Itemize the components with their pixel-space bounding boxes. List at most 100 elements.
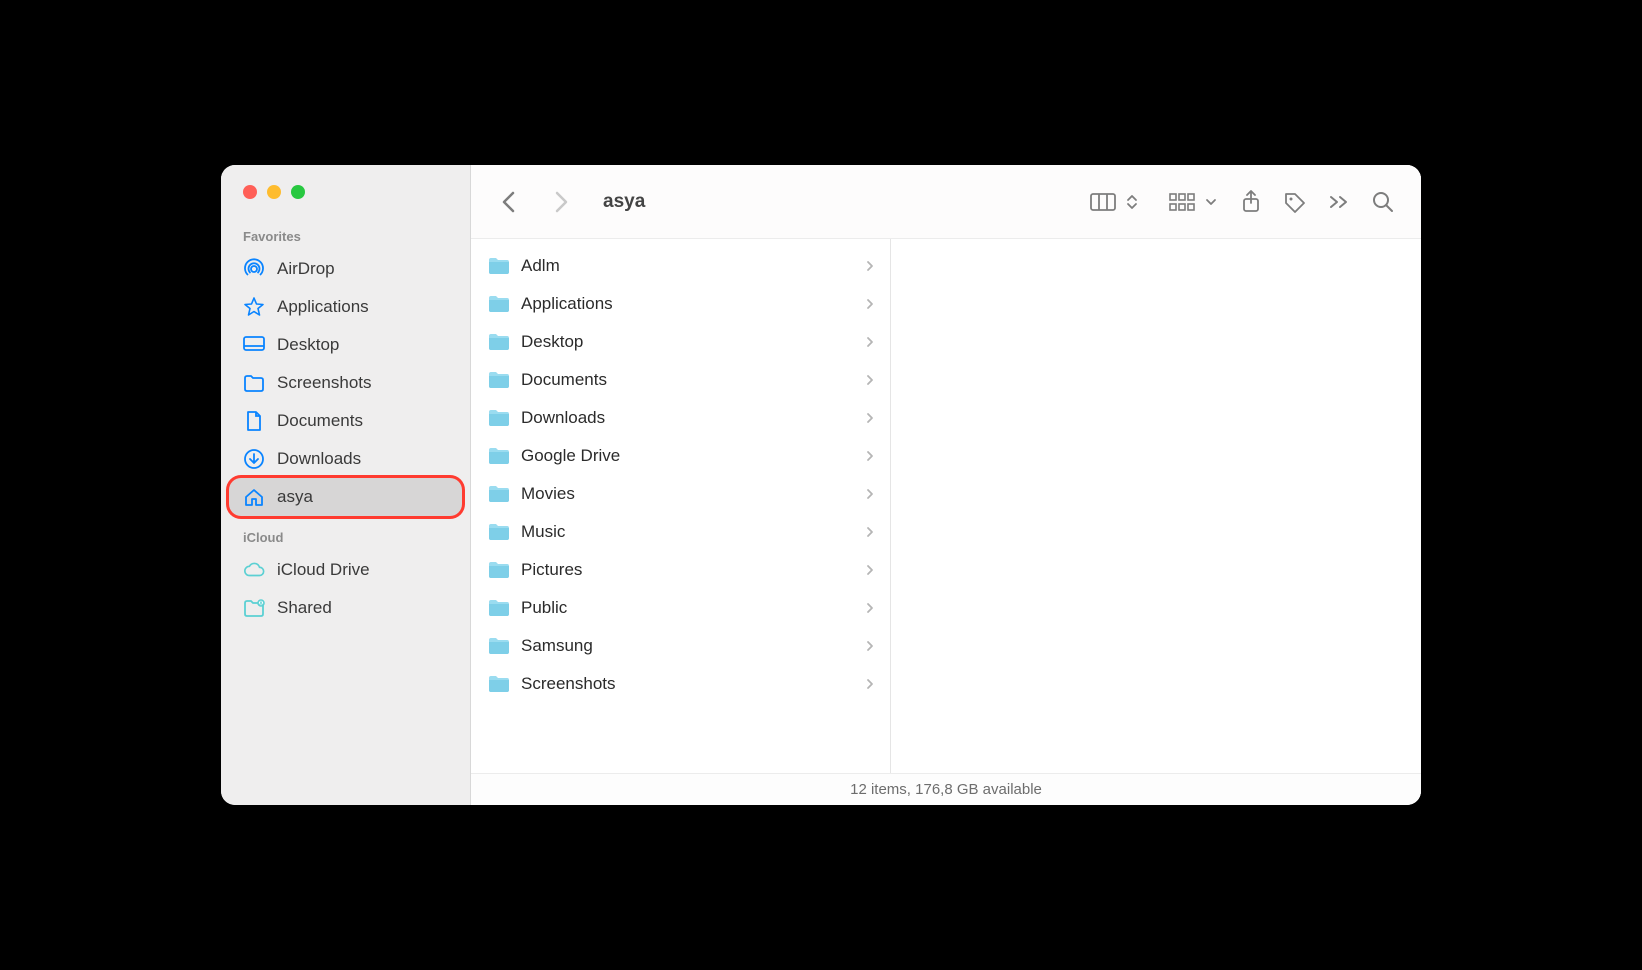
folder-name: Music	[521, 522, 565, 542]
share-icon	[1241, 190, 1261, 214]
folder-item[interactable]: Samsung	[471, 627, 890, 665]
sidebar-item-label: AirDrop	[277, 259, 335, 279]
folder-item[interactable]: Documents	[471, 361, 890, 399]
chevron-right-icon	[866, 678, 874, 690]
cloud-icon	[243, 559, 265, 581]
share-button[interactable]	[1231, 182, 1271, 222]
chevron-down-icon	[1205, 197, 1217, 207]
chevron-right-icon	[866, 602, 874, 614]
downloads-icon	[243, 448, 265, 470]
sidebar-sections: Favorites AirDrop Applications Desktop Scree…	[221, 219, 470, 631]
folder-name: Movies	[521, 484, 575, 504]
minimize-window-button[interactable]	[267, 185, 281, 199]
folder-name: Pictures	[521, 560, 582, 580]
sidebar-heading: Favorites	[229, 225, 462, 250]
shared-folder-icon	[243, 597, 265, 619]
window-controls	[221, 185, 470, 219]
apps-icon	[243, 296, 265, 318]
chevrons-right-icon	[1328, 195, 1350, 209]
chevron-right-icon	[866, 640, 874, 652]
sidebar-item-screenshots[interactable]: Screenshots	[229, 364, 462, 402]
status-bar: 12 items, 176,8 GB available	[471, 773, 1421, 805]
folder-icon	[243, 372, 265, 394]
folder-name: Samsung	[521, 636, 593, 656]
airdrop-icon	[243, 258, 265, 280]
home-icon	[243, 486, 265, 508]
main-panel: asya	[471, 165, 1421, 805]
sidebar-item-desktop[interactable]: Desktop	[229, 326, 462, 364]
folder-name: Public	[521, 598, 567, 618]
sidebar-heading: iCloud	[229, 526, 462, 551]
tags-button[interactable]	[1275, 182, 1315, 222]
sidebar-item-label: Downloads	[277, 449, 361, 469]
sidebar-item-label: Desktop	[277, 335, 339, 355]
folder-item[interactable]: Applications	[471, 285, 890, 323]
chevron-right-icon	[866, 298, 874, 310]
chevron-right-icon	[866, 564, 874, 576]
document-icon	[243, 410, 265, 432]
finder-window: Favorites AirDrop Applications Desktop Scree…	[221, 165, 1421, 805]
folder-item[interactable]: Movies	[471, 475, 890, 513]
sidebar-item-applications[interactable]: Applications	[229, 288, 462, 326]
sidebar-item-downloads[interactable]: Downloads	[229, 440, 462, 478]
folder-item[interactable]: Adlm	[471, 247, 890, 285]
sidebar-item-icloud-drive[interactable]: iCloud Drive	[229, 551, 462, 589]
chevron-right-icon	[866, 260, 874, 272]
search-button[interactable]	[1363, 182, 1403, 222]
folder-name: Applications	[521, 294, 613, 314]
chevron-left-icon	[501, 190, 517, 214]
sidebar-item-label: Shared	[277, 598, 332, 618]
folder-name: Google Drive	[521, 446, 620, 466]
column-2-empty	[891, 239, 1421, 773]
search-icon	[1372, 191, 1394, 213]
back-button[interactable]	[489, 182, 529, 222]
folder-item[interactable]: Public	[471, 589, 890, 627]
sidebar-section: Favorites AirDrop Applications Desktop Scree…	[221, 219, 470, 520]
folder-item[interactable]: Screenshots	[471, 665, 890, 703]
sidebar-item-airdrop[interactable]: AirDrop	[229, 250, 462, 288]
sidebar-item-label: iCloud Drive	[277, 560, 370, 580]
maximize-window-button[interactable]	[291, 185, 305, 199]
folder-item[interactable]: Downloads	[471, 399, 890, 437]
grid-icon	[1169, 193, 1195, 211]
sidebar-section: iCloud iCloud Drive Shared	[221, 520, 470, 631]
folder-name: Screenshots	[521, 674, 616, 694]
tag-icon	[1283, 191, 1307, 213]
desktop-icon	[243, 334, 265, 356]
chevron-right-icon	[866, 336, 874, 348]
sidebar-item-label: Documents	[277, 411, 363, 431]
chevron-right-icon	[866, 374, 874, 386]
view-columns-button[interactable]	[1083, 182, 1123, 222]
sidebar-item-label: Screenshots	[277, 373, 372, 393]
chevron-right-icon	[553, 190, 569, 214]
folder-name: Adlm	[521, 256, 560, 276]
folder-item[interactable]: Pictures	[471, 551, 890, 589]
sidebar-item-shared[interactable]: Shared	[229, 589, 462, 627]
columns-icon	[1090, 193, 1116, 211]
chevron-right-icon	[866, 450, 874, 462]
group-by-button[interactable]	[1162, 182, 1202, 222]
toolbar: asya	[471, 165, 1421, 239]
folder-item[interactable]: Music	[471, 513, 890, 551]
window-title: asya	[603, 191, 645, 213]
chevron-right-icon	[866, 412, 874, 424]
view-updown-icon	[1126, 193, 1138, 211]
sidebar-item-label: Applications	[277, 297, 369, 317]
status-text: 12 items, 176,8 GB available	[850, 781, 1042, 798]
sidebar-item-documents[interactable]: Documents	[229, 402, 462, 440]
chevron-right-icon	[866, 526, 874, 538]
folder-name: Documents	[521, 370, 607, 390]
sidebar-item-asya[interactable]: asya	[229, 478, 462, 516]
folder-name: Desktop	[521, 332, 583, 352]
column-1: Adlm Applications Desktop Documents Download…	[471, 239, 891, 773]
sidebar: Favorites AirDrop Applications Desktop Scree…	[221, 165, 471, 805]
chevron-right-icon	[866, 488, 874, 500]
folder-name: Downloads	[521, 408, 605, 428]
sidebar-item-label: asya	[277, 487, 313, 507]
folder-item[interactable]: Desktop	[471, 323, 890, 361]
close-window-button[interactable]	[243, 185, 257, 199]
forward-button[interactable]	[541, 182, 581, 222]
folder-item[interactable]: Google Drive	[471, 437, 890, 475]
column-view: Adlm Applications Desktop Documents Download…	[471, 239, 1421, 773]
more-button[interactable]	[1319, 182, 1359, 222]
